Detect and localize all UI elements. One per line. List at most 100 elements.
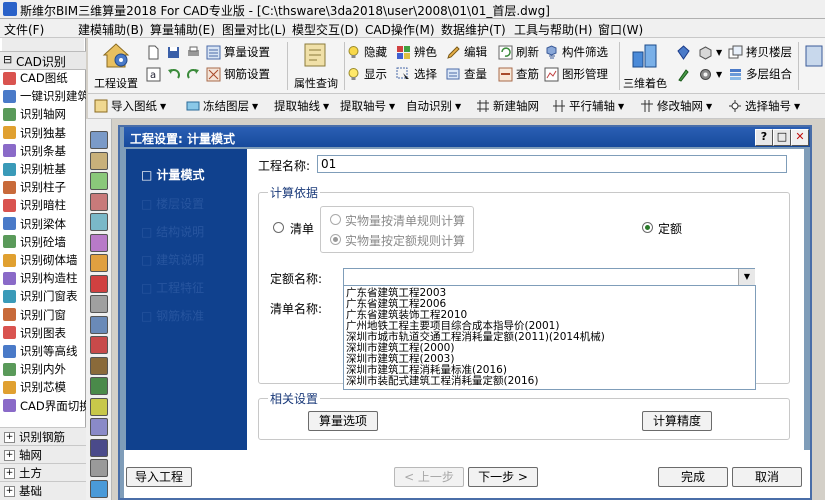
tool-strip-icon[interactable] bbox=[90, 336, 108, 354]
3d-color-button[interactable]: 三维着色 bbox=[621, 40, 669, 91]
text-button[interactable]: a bbox=[146, 64, 164, 84]
nav-building-notes[interactable]: □ 建筑说明 bbox=[141, 251, 204, 268]
close-button[interactable]: ✕ bbox=[791, 129, 809, 146]
menu-data-maintenance[interactable]: 数据维护(T) bbox=[441, 21, 506, 38]
expand-icon[interactable]: + bbox=[4, 431, 15, 443]
tool-strip-icon[interactable] bbox=[90, 315, 108, 334]
cad-recognize-item[interactable]: 识别砌体墙 bbox=[0, 251, 86, 269]
cad-recognize-item[interactable]: 识别图表 bbox=[0, 324, 86, 342]
view-tool-button[interactable] bbox=[676, 42, 694, 62]
quota-option[interactable]: 广东省建筑工程2006 bbox=[346, 299, 446, 310]
select-button[interactable]: 选择 bbox=[396, 64, 437, 84]
component-filter-button[interactable]: 构件筛选 bbox=[544, 42, 608, 62]
multi-floor-button[interactable]: 多层组合 bbox=[728, 64, 792, 84]
paint-tool-button[interactable] bbox=[676, 64, 694, 84]
new-file-button[interactable] bbox=[146, 42, 164, 62]
menu-model-interact[interactable]: 模型交互(D) bbox=[292, 21, 359, 38]
menu-cad-ops[interactable]: CAD操作(M) bbox=[365, 21, 435, 38]
quota-option[interactable]: 深圳市建筑工程消耗量标准(2016) bbox=[346, 365, 507, 376]
graphic-manage-button[interactable]: 图形管理 bbox=[544, 64, 608, 84]
rebar-settings-button[interactable]: 钢筋设置 bbox=[206, 64, 270, 84]
panel-header[interactable]: ⊟ CAD识别 bbox=[0, 51, 86, 70]
menu-modeling-aid[interactable]: 建模辅助(B) bbox=[78, 21, 144, 38]
quota-option[interactable]: 深圳市装配式建筑工程消耗量定额(2016) bbox=[346, 376, 538, 387]
calc-options-button[interactable]: 算量选项 bbox=[308, 411, 378, 431]
panel-category[interactable]: + 土方 bbox=[0, 463, 86, 482]
cad-recognize-item[interactable]: 识别芯模 bbox=[0, 378, 86, 396]
project-settings-button[interactable]: 工程设置 bbox=[92, 40, 140, 91]
nav-calc-mode[interactable]: □ 计量模式 bbox=[141, 166, 205, 183]
help-button[interactable]: ? bbox=[755, 129, 773, 146]
color-distinguish-button[interactable]: 辨色 bbox=[396, 42, 437, 62]
menu-tools-help[interactable]: 工具与帮助(H) bbox=[514, 21, 592, 38]
modify-grid-button[interactable]: 修改轴网 ▼ bbox=[640, 98, 712, 114]
tool-strip-icon[interactable] bbox=[90, 213, 108, 231]
redo-button[interactable] bbox=[186, 64, 204, 84]
nav-structure-notes[interactable]: □ 结构说明 bbox=[141, 223, 204, 240]
cad-recognize-item[interactable]: 识别砼墙 bbox=[0, 233, 86, 251]
extract-axis-number-button[interactable]: 提取轴号 ▼ bbox=[340, 98, 395, 114]
cad-recognize-item[interactable]: 识别门窗 bbox=[0, 306, 86, 324]
radio-list-by-list-rules[interactable] bbox=[330, 214, 341, 225]
prev-step-button[interactable]: < 上一步 bbox=[394, 467, 464, 487]
cube-view-dropdown[interactable]: ▼ bbox=[698, 42, 722, 62]
tool-strip-icon[interactable] bbox=[90, 295, 108, 313]
maximize-button[interactable]: □ bbox=[773, 129, 791, 146]
radio-list[interactable] bbox=[273, 222, 284, 233]
expand-icon[interactable]: + bbox=[4, 449, 15, 461]
cad-recognize-item[interactable]: 识别桩基 bbox=[0, 160, 86, 178]
panel-category[interactable]: + 轴网 bbox=[0, 445, 86, 464]
quantity-check-button[interactable]: 查量 bbox=[446, 64, 487, 84]
radio-quota[interactable] bbox=[642, 222, 653, 233]
menu-quantity-compare[interactable]: 图量对比(L) bbox=[222, 21, 286, 38]
cad-recognize-item[interactable]: 识别独基 bbox=[0, 124, 86, 142]
new-axis-grid-button[interactable]: 新建轴网 bbox=[476, 98, 539, 114]
tool-strip-icon[interactable] bbox=[90, 172, 108, 190]
tool-strip-icon[interactable] bbox=[90, 397, 108, 416]
tool-strip-icon[interactable] bbox=[90, 192, 108, 211]
cad-recognize-item[interactable]: 一键识别建筑 bbox=[0, 87, 86, 105]
collapse-icon[interactable]: ⊟ bbox=[3, 53, 12, 66]
nav-rebar-standard[interactable]: □ 钢筋标准 bbox=[141, 307, 204, 324]
expand-icon[interactable]: + bbox=[4, 485, 15, 497]
quota-option[interactable]: 深圳市建筑工程(2003) bbox=[346, 354, 454, 365]
cad-recognize-item[interactable]: 识别柱子 bbox=[0, 178, 86, 196]
menu-calc-aid[interactable]: 算量辅助(E) bbox=[150, 21, 215, 38]
save-button[interactable] bbox=[166, 42, 184, 62]
ribbon-overflow-button[interactable] bbox=[804, 40, 824, 75]
cad-recognize-item[interactable]: 识别条基 bbox=[0, 142, 86, 160]
radio-list-by-quota-rules[interactable] bbox=[330, 234, 341, 245]
cad-recognize-item[interactable]: 识别构造柱 bbox=[0, 269, 86, 287]
project-name-input[interactable]: 01 bbox=[317, 155, 787, 173]
show-button[interactable]: 显示 bbox=[346, 64, 387, 84]
attr-query-button[interactable]: 属性查询 bbox=[290, 40, 342, 91]
tool-strip-icon[interactable] bbox=[90, 356, 108, 375]
cad-recognize-item[interactable]: 识别轴网 bbox=[0, 105, 86, 123]
import-project-button[interactable]: 导入工程 bbox=[126, 467, 192, 487]
cad-recognize-item[interactable]: 识别内外 bbox=[0, 360, 86, 378]
rebar-check-button[interactable]: 查筋 bbox=[498, 64, 539, 84]
tool-strip-icon[interactable] bbox=[90, 438, 108, 457]
tool-strip-icon[interactable] bbox=[90, 151, 108, 170]
cad-recognize-item[interactable]: CAD界面切换 bbox=[0, 397, 86, 415]
tool-strip-icon[interactable] bbox=[90, 274, 108, 293]
menu-file[interactable]: 文件(F) bbox=[4, 21, 44, 38]
copy-floor-button[interactable]: 拷贝楼层 bbox=[728, 42, 792, 62]
panel-category[interactable]: + 识别钢筋 bbox=[0, 427, 86, 446]
extract-axis-line-button[interactable]: 提取轴线 ▼ bbox=[274, 98, 329, 114]
refresh-button[interactable]: 刷新 bbox=[498, 42, 539, 62]
cad-recognize-item[interactable]: CAD图纸 bbox=[0, 69, 86, 87]
nav-project-features[interactable]: □ 工程特征 bbox=[141, 279, 204, 296]
auto-recognize-button[interactable]: 自动识别 ▼ bbox=[406, 98, 461, 114]
quota-name-select[interactable] bbox=[343, 268, 755, 286]
tool-strip-icon[interactable] bbox=[90, 459, 108, 477]
tool-strip-icon[interactable] bbox=[90, 479, 108, 498]
hide-button[interactable]: 隐藏 bbox=[346, 42, 387, 62]
freeze-layer-button[interactable]: 冻结图层 ▼ bbox=[186, 98, 258, 114]
calc-precision-button[interactable]: 计算精度 bbox=[642, 411, 712, 431]
tool-strip-icon[interactable] bbox=[90, 254, 108, 272]
cad-recognize-item[interactable]: 识别门窗表 bbox=[0, 287, 86, 305]
tool-strip-icon[interactable] bbox=[90, 131, 108, 149]
quota-option[interactable]: 广东省建筑工程2003 bbox=[346, 288, 446, 299]
import-drawing-button[interactable]: 导入图纸 ▼ bbox=[94, 98, 166, 114]
